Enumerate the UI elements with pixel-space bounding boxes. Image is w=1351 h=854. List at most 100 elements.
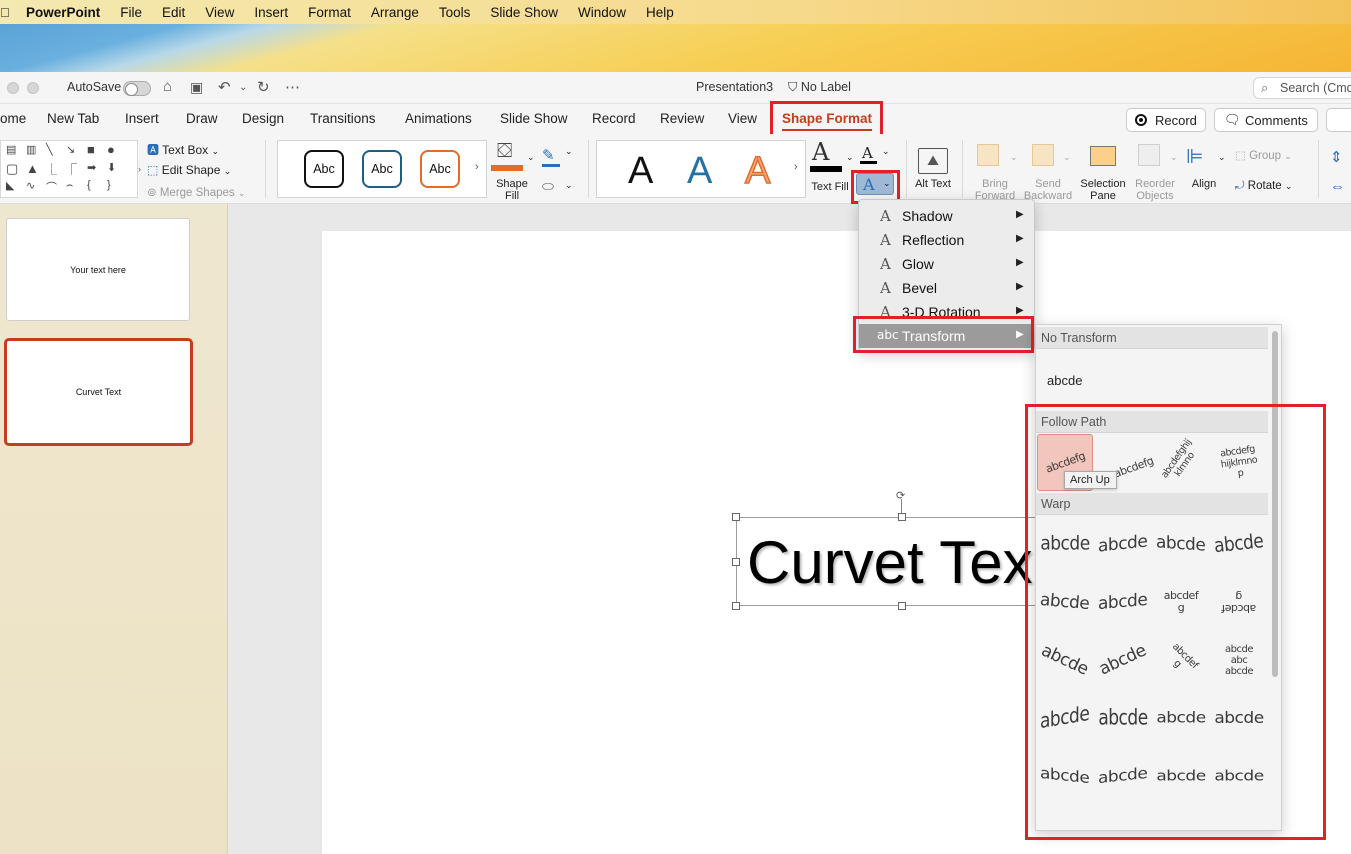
shape-elbow-arrow-icon[interactable]: ⎾ <box>66 161 77 177</box>
shape-oval-icon[interactable]: ● <box>107 142 115 157</box>
wordart-style-orange-outline[interactable]: A <box>744 151 771 191</box>
shape-arc-icon[interactable]: ⌢ <box>66 179 73 192</box>
shape-textbox-icon[interactable]: ▤ <box>6 143 16 156</box>
shape-outline-pen-icon[interactable]: ✎ <box>542 146 555 164</box>
shape-fill-button[interactable]: ⛋ ⌄ Shape Fill <box>491 138 535 202</box>
wordart-styles-gallery[interactable]: A A A › <box>596 140 806 198</box>
undo-dropdown-icon[interactable]: ⌄ <box>239 82 247 93</box>
menu-file[interactable]: File <box>110 5 152 20</box>
text-outline-icon[interactable]: A <box>862 144 873 162</box>
autosave-toggle[interactable] <box>123 81 151 96</box>
shape-effects-icon[interactable]: ⬭ <box>542 178 554 195</box>
menu-view[interactable]: View <box>195 5 244 20</box>
menu-slide-show[interactable]: Slide Show <box>480 5 568 20</box>
shape-elbow-icon[interactable]: ⎿ <box>46 161 57 177</box>
group-button[interactable]: ⬚ Group ⌄ <box>1235 148 1292 162</box>
resize-handle[interactable] <box>732 558 740 566</box>
comments-button[interactable]: 🗨 Comments <box>1214 108 1318 132</box>
apple-icon[interactable]:  <box>0 5 16 20</box>
menu-item-reflection[interactable]: A Reflection ▶ <box>859 228 1034 252</box>
menu-tools[interactable]: Tools <box>429 5 481 20</box>
merge-shapes-button[interactable]: ⊚ Merge Shapes ⌄ <box>147 185 245 199</box>
text-box-button[interactable]: 🅰 Text Box ⌄ <box>147 141 219 158</box>
tab-transitions[interactable]: Transitions <box>310 111 376 126</box>
shape-down-arrow-icon[interactable]: ⬇ <box>107 161 116 174</box>
menu-window[interactable]: Window <box>568 5 636 20</box>
bring-forward-button[interactable]: ⌄ Bring Forward <box>970 138 1020 202</box>
window-zoom-button[interactable] <box>27 82 39 94</box>
send-backward-button[interactable]: ⌄ Send Backward <box>1022 138 1074 202</box>
menu-app-name[interactable]: PowerPoint <box>16 5 110 20</box>
save-icon[interactable]: ▣ <box>190 79 203 96</box>
tab-view[interactable]: View <box>728 111 757 126</box>
wordart-styles-more-icon[interactable]: › <box>794 161 798 173</box>
tab-slide-show[interactable]: Slide Show <box>500 111 568 126</box>
slide-thumbnail-2[interactable]: Curvet Text <box>4 338 193 446</box>
sensitivity-label[interactable]: ⛉ No Label <box>788 80 851 95</box>
text-fill-button[interactable]: A ⌄ Text Fill <box>809 138 857 200</box>
chevron-down-icon[interactable]: ⌄ <box>882 146 890 157</box>
rotate-handle-icon[interactable]: ⟳ <box>896 489 905 502</box>
shape-right-arrow-icon[interactable]: ➡ <box>87 161 96 174</box>
shape-triangle-icon[interactable]: ▲ <box>26 161 39 176</box>
menu-item-glow[interactable]: A Glow ▶ <box>859 252 1034 276</box>
wordart-style-black[interactable]: A <box>628 152 653 190</box>
redo-icon[interactable]: ↻ <box>257 78 270 96</box>
shape-freeform-icon[interactable]: ◣ <box>6 179 14 192</box>
align-button[interactable]: ⊫ ⌄ Align <box>1182 138 1228 200</box>
more-icon[interactable]: ⋯ <box>285 78 300 96</box>
shape-styles-gallery[interactable]: Abc Abc Abc › <box>277 140 487 198</box>
tab-new-tab[interactable]: New Tab <box>47 111 99 126</box>
chevron-down-icon[interactable]: ⌄ <box>565 146 573 157</box>
insert-shapes-gallery[interactable]: ▤ ▥ ╲ ↘ ■ ● ▢ ▲ ⎿ ⎾ ➡ ⬇ ◣ ∿ ⌒ ⌢ { } <box>0 140 138 198</box>
menu-item-bevel[interactable]: A Bevel ▶ <box>859 276 1034 300</box>
window-minimize-button[interactable] <box>7 82 19 94</box>
reorder-objects-button[interactable]: ⌄ Reorder Objects <box>1130 138 1180 202</box>
shape-brace-icon[interactable]: { <box>87 179 91 191</box>
resize-handle[interactable] <box>898 513 906 521</box>
menu-edit[interactable]: Edit <box>152 5 195 20</box>
size-width-icon[interactable]: ⇔ <box>1330 178 1345 195</box>
menu-arrange[interactable]: Arrange <box>361 5 429 20</box>
tab-draw[interactable]: Draw <box>186 111 218 126</box>
slide-text[interactable]: Curvet Tex <box>747 528 1033 597</box>
resize-handle[interactable] <box>732 513 740 521</box>
shape-curve-icon[interactable]: ⌒ <box>46 179 57 195</box>
menu-format[interactable]: Format <box>298 5 361 20</box>
home-icon[interactable]: ⌂ <box>163 78 172 95</box>
tab-review[interactable]: Review <box>660 111 704 126</box>
menu-insert[interactable]: Insert <box>244 5 298 20</box>
tab-record[interactable]: Record <box>592 111 636 126</box>
rotate-button[interactable]: ⤾ Rotate ⌄ <box>1235 180 1292 193</box>
tab-insert[interactable]: Insert <box>125 111 159 126</box>
size-height-icon[interactable]: ⇕ <box>1330 148 1343 166</box>
tab-home[interactable]: ome <box>0 111 26 126</box>
shape-style-orange[interactable]: Abc <box>420 150 460 188</box>
share-button[interactable] <box>1326 108 1351 132</box>
shape-scribble-icon[interactable]: ∿ <box>26 179 35 192</box>
shape-rectangle-icon[interactable]: ■ <box>87 142 95 157</box>
shape-right-brace-icon[interactable]: } <box>107 179 111 191</box>
shape-vertical-textbox-icon[interactable]: ▥ <box>26 143 36 156</box>
shapes-gallery-more-icon[interactable]: › <box>138 140 146 198</box>
shape-style-black[interactable]: Abc <box>304 150 344 188</box>
resize-handle[interactable] <box>732 602 740 610</box>
menu-item-shadow[interactable]: A Shadow ▶ <box>859 204 1034 228</box>
no-transform-option[interactable]: abcde <box>1047 373 1082 388</box>
shape-line-icon[interactable]: ╲ <box>46 143 53 156</box>
shape-arrow-line-icon[interactable]: ↘ <box>66 143 75 156</box>
shape-rounded-rect-icon[interactable]: ▢ <box>6 161 18 177</box>
slide-thumbnail-1[interactable]: Your text here <box>6 218 190 321</box>
resize-handle[interactable] <box>898 602 906 610</box>
search-input[interactable]: ⌕ Search (Cmd <box>1253 77 1351 99</box>
chevron-down-icon[interactable]: ⌄ <box>565 180 573 191</box>
shape-style-blue[interactable]: Abc <box>362 150 402 188</box>
selection-pane-button[interactable]: Selection Pane <box>1076 138 1130 202</box>
alt-text-button[interactable]: ⛰ Alt Text <box>914 138 952 200</box>
undo-icon[interactable]: ↶ <box>218 78 231 96</box>
record-button[interactable]: Record <box>1126 108 1206 132</box>
tab-animations[interactable]: Animations <box>405 111 472 126</box>
shape-styles-more-icon[interactable]: › <box>475 161 479 173</box>
wordart-style-blue[interactable]: A <box>687 152 712 190</box>
tab-design[interactable]: Design <box>242 111 284 126</box>
